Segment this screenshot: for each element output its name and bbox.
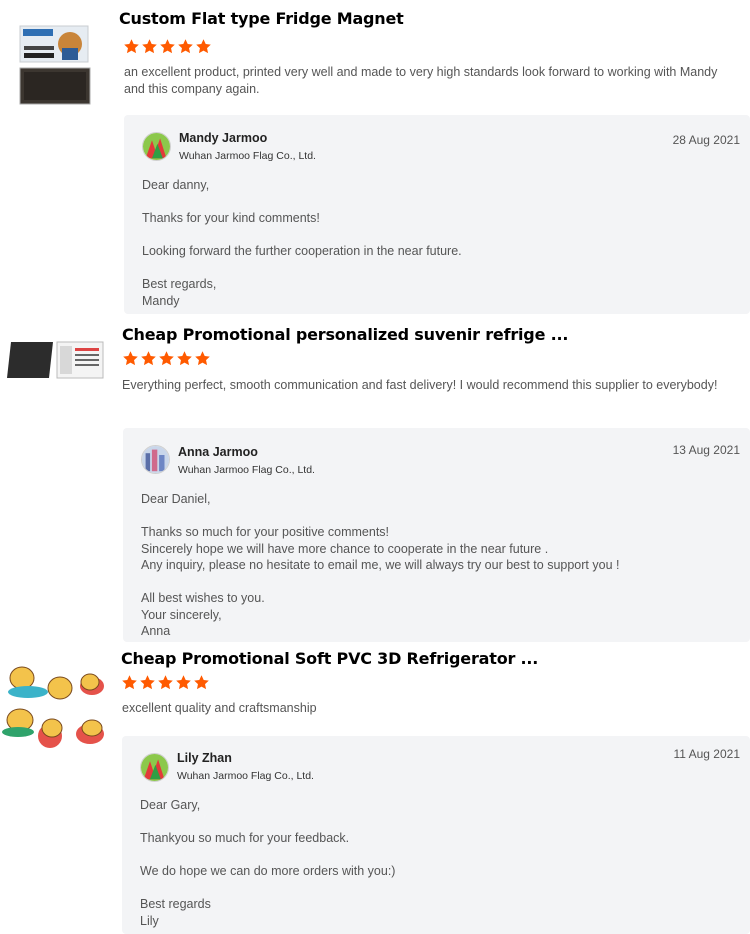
avatar xyxy=(140,753,169,782)
star-rating xyxy=(123,38,212,55)
product-title[interactable]: Custom Flat type Fridge Magnet xyxy=(119,9,404,28)
reply-line: We do hope we can do more orders with yo… xyxy=(140,864,396,878)
reply-line: Looking forward the further cooperation … xyxy=(142,244,462,258)
reply-line: All best wishes to you. xyxy=(141,591,265,605)
avatar xyxy=(141,445,170,474)
star-rating xyxy=(122,350,211,367)
supplier-reply: Lily Zhan Wuhan Jarmoo Flag Co., Ltd. 11… xyxy=(122,736,750,934)
review-item: Cheap Promotional personalized suvenir r… xyxy=(0,316,750,644)
reply-line: Any inquiry, please no hesitate to email… xyxy=(141,558,620,572)
star-icon xyxy=(177,38,194,55)
reply-spacer xyxy=(142,260,740,277)
replier-name: Anna Jarmoo xyxy=(178,445,258,459)
reply-line: Best regards, xyxy=(142,277,217,291)
star-icon xyxy=(139,674,156,691)
product-title[interactable]: Cheap Promotional Soft PVC 3D Refrigerat… xyxy=(121,649,538,668)
product-title[interactable]: Cheap Promotional personalized suvenir r… xyxy=(122,325,568,344)
star-icon xyxy=(121,674,138,691)
reply-spacer xyxy=(142,194,740,211)
review-comment: Everything perfect, smooth communication… xyxy=(122,378,718,392)
reply-line: Thanks so much for your positive comment… xyxy=(141,525,390,539)
supplier-reply: Mandy Jarmoo Wuhan Jarmoo Flag Co., Ltd.… xyxy=(124,115,750,314)
star-icon xyxy=(123,38,140,55)
replier-name: Lily Zhan xyxy=(177,751,232,765)
review-item: Custom Flat type Fridge Magnet an excell… xyxy=(0,0,750,316)
star-icon xyxy=(141,38,158,55)
star-icon xyxy=(193,674,210,691)
reply-line: Dear Daniel, xyxy=(141,492,211,506)
star-icon xyxy=(176,350,193,367)
star-icon xyxy=(175,674,192,691)
review-comment: excellent quality and craftsmanship xyxy=(122,701,317,715)
replier-name: Mandy Jarmoo xyxy=(179,131,268,145)
star-rating xyxy=(121,674,210,691)
reply-line: Thanks for your kind comments! xyxy=(142,211,320,225)
review-comment: an excellent product, printed very well … xyxy=(124,65,718,96)
reply-spacer xyxy=(142,227,740,244)
reply-spacer xyxy=(140,847,740,864)
reply-line: Dear Gary, xyxy=(140,798,201,812)
reply-spacer xyxy=(140,814,740,831)
replier-company: Wuhan Jarmoo Flag Co., Ltd. xyxy=(177,770,314,782)
star-icon xyxy=(159,38,176,55)
review-item: Cheap Promotional Soft PVC 3D Refrigerat… xyxy=(0,644,750,934)
reply-spacer xyxy=(141,574,740,591)
avatar xyxy=(142,132,171,161)
reply-date: 13 Aug 2021 xyxy=(672,443,740,457)
reply-line: Anna xyxy=(141,624,171,638)
reply-body: Dear danny, Thanks for your kind comments… xyxy=(142,177,740,309)
reply-line: Lily xyxy=(140,913,159,928)
star-icon xyxy=(195,38,212,55)
product-thumbnail[interactable] xyxy=(0,658,112,762)
star-icon xyxy=(157,674,174,691)
reply-body: Dear Daniel, Thanks so much for your posi… xyxy=(141,491,740,640)
reply-spacer xyxy=(140,880,740,897)
replier-company: Wuhan Jarmoo Flag Co., Ltd. xyxy=(178,464,315,476)
product-thumbnail[interactable] xyxy=(18,24,92,106)
product-thumbnail[interactable] xyxy=(5,340,105,380)
reply-body: Dear Gary, Thankyou so much for your feed… xyxy=(140,797,740,929)
reply-line: Mandy xyxy=(142,293,180,308)
reply-date: 11 Aug 2021 xyxy=(673,747,740,761)
reply-line: Thankyou so much for your feedback. xyxy=(140,831,350,845)
star-icon xyxy=(122,350,139,367)
star-icon xyxy=(140,350,157,367)
reply-line: Sincerely hope we will have more chance … xyxy=(141,541,549,556)
reply-spacer xyxy=(141,508,740,525)
star-icon xyxy=(158,350,175,367)
replier-company: Wuhan Jarmoo Flag Co., Ltd. xyxy=(179,150,316,162)
reply-line: Your sincerely, xyxy=(141,607,222,622)
star-icon xyxy=(194,350,211,367)
supplier-reply: Anna Jarmoo Wuhan Jarmoo Flag Co., Ltd. … xyxy=(123,428,750,642)
reply-line: Dear danny, xyxy=(142,178,210,192)
reply-line: Best regards xyxy=(140,897,211,911)
reply-date: 28 Aug 2021 xyxy=(672,133,740,147)
